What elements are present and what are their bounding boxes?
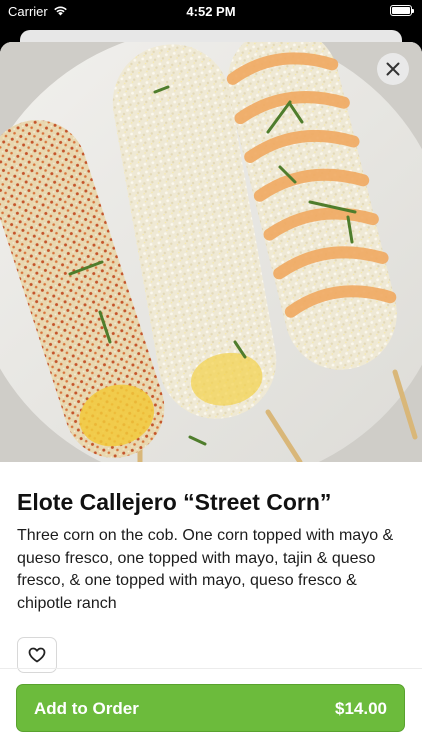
close-icon [386, 62, 400, 76]
battery-icon [390, 5, 414, 16]
item-title: Elote Callejero “Street Corn” [17, 489, 332, 515]
footer-divider [0, 668, 422, 669]
heart-icon [28, 647, 46, 663]
item-detail-sheet: Elote Callejero “Street Corn” Three corn… [0, 42, 422, 750]
item-description: Three corn on the cob. One corn topped w… [17, 527, 394, 612]
item-photo [0, 42, 422, 462]
close-button[interactable] [377, 53, 409, 85]
status-time: 4:52 PM [186, 4, 236, 19]
item-price: $14.00 [335, 699, 387, 718]
status-bar: Carrier 4:52 PM [0, 0, 422, 22]
add-to-order-button[interactable]: Add to Order $14.00 [16, 684, 405, 732]
add-to-order-label: Add to Order [34, 699, 139, 718]
screen: Carrier 4:52 PM Elote Callejero “Street … [0, 0, 422, 750]
